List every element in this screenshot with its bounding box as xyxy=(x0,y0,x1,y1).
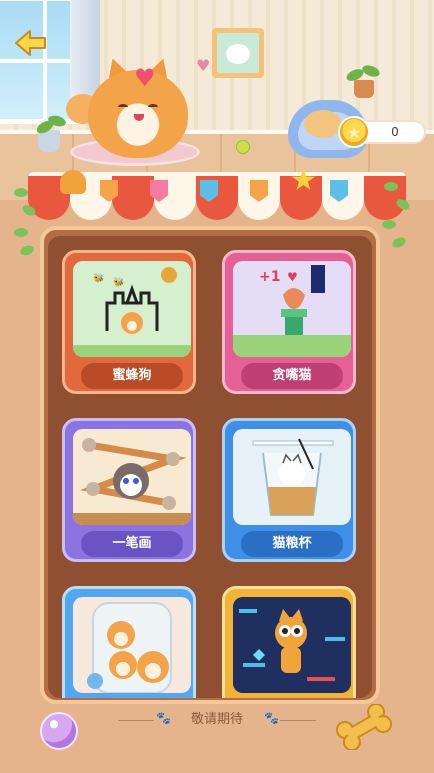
game-tile-label: 贪嘴猫 xyxy=(241,363,343,389)
greedy-cat-thumbnail: +1 ♥ xyxy=(233,261,351,357)
game-tile-one-stroke[interactable]: 一笔画 xyxy=(62,418,196,562)
vine-leaf xyxy=(14,188,28,197)
dog-eye xyxy=(148,104,158,110)
heart-icon: ♥ xyxy=(196,56,211,75)
tennis-ball[interactable] xyxy=(236,140,250,154)
coin-value: 0 xyxy=(391,125,399,139)
bee-dog-thumbnail: 🐝 🐝 xyxy=(73,261,191,357)
room-scene: ♥ ♥ xyxy=(0,0,434,200)
game-tile-greedy-cat[interactable]: +1 ♥ 贪嘴猫 xyxy=(222,250,356,394)
game-tile-label: 蜜蜂狗 xyxy=(81,363,183,389)
svg-text:♥: ♥ xyxy=(287,270,298,284)
cat-picture-frame xyxy=(212,28,264,78)
game-tile-shiba-jar[interactable] xyxy=(62,586,196,698)
game-tile-cat-food-cup[interactable]: 猫粮杯 xyxy=(222,418,356,562)
vine-leaf xyxy=(14,228,28,237)
footer-divider xyxy=(280,720,316,721)
back-button[interactable] xyxy=(14,28,48,58)
awning-scallop xyxy=(112,176,154,220)
crystal-ball-icon[interactable] xyxy=(40,712,78,750)
game-tile-label: 猫粮杯 xyxy=(241,531,343,557)
svg-text:+1: +1 xyxy=(259,269,280,285)
back-arrow-icon xyxy=(15,30,46,56)
cat-food-cup-thumbnail xyxy=(233,429,351,525)
shiba-jar-thumbnail xyxy=(73,597,191,693)
svg-text:🐝: 🐝 xyxy=(93,273,104,284)
bell-icon xyxy=(60,170,86,194)
vine-leaf xyxy=(390,235,408,250)
hanging-plant-pot xyxy=(354,80,374,98)
vine-leaf xyxy=(384,182,398,191)
vine-leaf xyxy=(18,243,36,258)
game-tile-cat-jump[interactable] xyxy=(222,586,356,698)
cat-jump-thumbnail xyxy=(233,597,351,693)
paw-icon: 🐾 xyxy=(264,711,279,725)
cat-portrait xyxy=(226,44,250,64)
game-grid: 🐝 🐝 蜜蜂狗 +1 ♥ 贪嘴猫 一笔画 猫粮杯 xyxy=(48,236,372,698)
star-coin-icon: ★ xyxy=(338,116,370,148)
game-tile-bee-dog[interactable]: 🐝 🐝 蜜蜂狗 xyxy=(62,250,196,394)
sleeping-cat[interactable] xyxy=(304,110,342,138)
vine-leaf xyxy=(382,220,396,229)
one-stroke-thumbnail xyxy=(73,429,191,525)
dog-eye xyxy=(118,104,128,110)
game-tile-label: 一笔画 xyxy=(81,531,183,557)
bone-icon[interactable] xyxy=(334,702,394,752)
svg-text:🐝: 🐝 xyxy=(113,277,124,288)
star-icon: ★ xyxy=(290,163,317,198)
heart-icon: ♥ xyxy=(134,64,156,92)
